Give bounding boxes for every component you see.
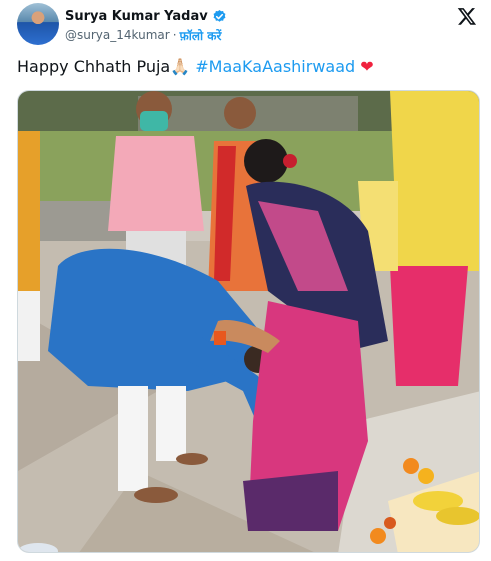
verified-badge-icon <box>213 9 226 22</box>
name-row: Surya Kumar Yadav <box>65 6 227 26</box>
hashtag-link[interactable]: #MaaKaAashirwaad <box>195 57 355 76</box>
tweet-photo[interactable] <box>17 90 480 553</box>
folded-hands-emoji: 🙏🏻 <box>170 57 191 76</box>
tweet-text-body: Happy Chhath Puja <box>17 57 171 76</box>
x-logo-icon[interactable] <box>457 6 477 26</box>
sub-row: @surya_14kumar · फ़ॉलो करें <box>65 26 221 44</box>
heart-emoji: ❤ <box>360 57 374 76</box>
display-name[interactable]: Surya Kumar Yadav <box>65 9 208 24</box>
tweet-header: Surya Kumar Yadav @surya_14kumar · फ़ॉलो… <box>17 3 481 47</box>
avatar[interactable] <box>17 3 59 45</box>
separator-dot: · <box>172 28 177 42</box>
follow-link[interactable]: फ़ॉलो करें <box>180 27 222 44</box>
tweet-card[interactable]: Surya Kumar Yadav @surya_14kumar · फ़ॉलो… <box>0 0 491 561</box>
user-handle[interactable]: @surya_14kumar <box>65 28 170 42</box>
photo-illustration <box>18 91 479 552</box>
tweet-text: Happy Chhath Puja🙏🏻 #MaaKaAashirwaad ❤ <box>17 56 481 80</box>
